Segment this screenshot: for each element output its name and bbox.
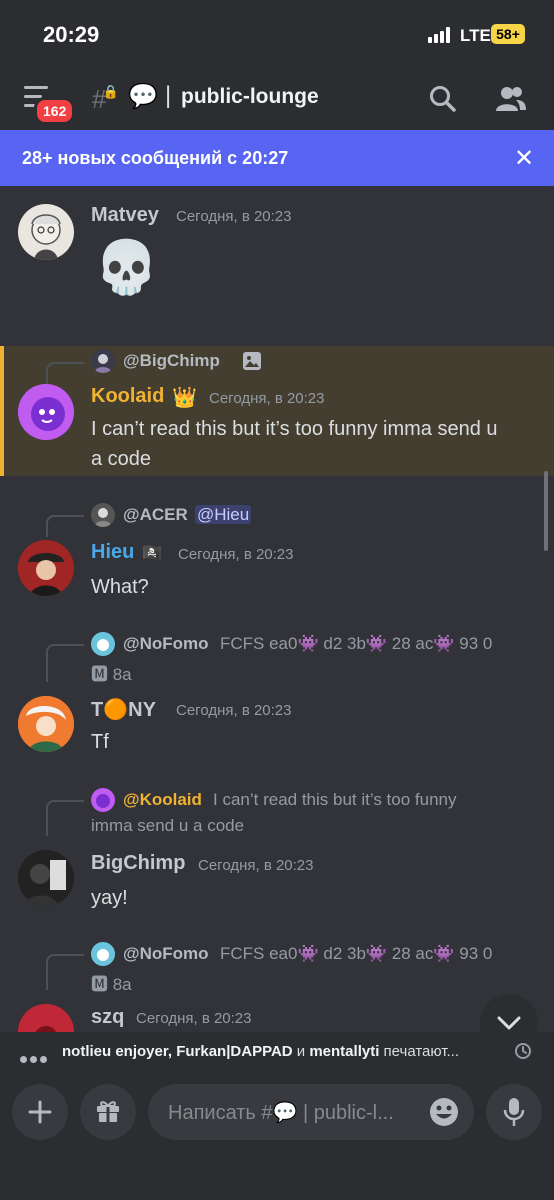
- message-text: What?: [91, 576, 149, 598]
- reply-connector: [46, 644, 84, 682]
- channel-header: 162 #🔒 💬 | public-lounge: [0, 66, 554, 130]
- reply-text[interactable]: I can’t read this but it’s too funny: [213, 790, 457, 810]
- message-text: Tf: [91, 731, 109, 753]
- add-attachment-button[interactable]: [12, 1084, 68, 1140]
- username[interactable]: Matvey: [91, 204, 159, 227]
- crown-badge: 👑: [172, 387, 197, 409]
- reply-text[interactable]: FCFS ea0👾 d2 3b👾 28 ac👾 93 0: [220, 634, 492, 654]
- typing-text: notlieu enjoyer, Furkan|DAPPAD и mentall…: [62, 1043, 459, 1060]
- status-bar: 20:29 LTE 58+: [0, 0, 554, 66]
- reply-connector: [46, 954, 84, 990]
- reply-avatar: [91, 349, 115, 373]
- network-type: LTE: [460, 26, 491, 45]
- timestamp: Сегодня, в 20:23: [136, 1010, 252, 1027]
- reply-connector: [46, 800, 84, 836]
- unread-badge: 162: [34, 97, 76, 125]
- avatar[interactable]: [18, 384, 74, 440]
- voice-message-button[interactable]: [486, 1084, 542, 1140]
- channel-divider: |: [165, 82, 172, 109]
- avatar[interactable]: [18, 696, 74, 752]
- timestamp: Сегодня, в 20:23: [209, 390, 325, 407]
- skull-emoji: 💀: [94, 239, 159, 297]
- username[interactable]: T🟠NY: [91, 697, 156, 722]
- signal-icon: [428, 27, 454, 43]
- battery-icon: 58+: [491, 24, 525, 44]
- reply-avatar: [91, 503, 115, 527]
- typing-dots-icon: [20, 1050, 50, 1068]
- reply-connector: [46, 515, 84, 537]
- reply-text[interactable]: FCFS ea0👾 d2 3b👾 28 ac👾 93 0: [220, 944, 492, 964]
- gift-button[interactable]: [80, 1084, 136, 1140]
- avatar[interactable]: [18, 1004, 74, 1032]
- mention-hieu[interactable]: @Hieu: [195, 505, 252, 524]
- reply-connector: [46, 362, 84, 384]
- reply-text[interactable]: 🅼 8a: [91, 970, 132, 995]
- channel-emoji: 💬: [128, 83, 158, 110]
- new-messages-banner[interactable]: 28+ новых сообщений с 20:27 ✕: [0, 130, 554, 186]
- reply-username[interactable]: @NoFomo: [123, 634, 209, 654]
- emoji-icon[interactable]: [428, 1096, 460, 1128]
- scrollbar[interactable]: [544, 471, 548, 551]
- username[interactable]: szq: [91, 1006, 124, 1029]
- typing-last: mentallyti: [309, 1043, 380, 1060]
- message-placeholder: Написать #💬 | public-l...: [168, 1102, 394, 1124]
- reply-avatar: [91, 632, 115, 656]
- avatar[interactable]: [18, 540, 74, 596]
- reply-text[interactable]: imma send u a code: [91, 816, 244, 836]
- avatar[interactable]: [18, 204, 74, 260]
- message-text: a code: [91, 448, 152, 470]
- avatar[interactable]: [18, 850, 74, 906]
- pirate-flag-badge: 🏴‍☠️: [142, 545, 162, 562]
- gift-icon: [97, 1101, 119, 1122]
- reply-avatar: [91, 788, 115, 812]
- username[interactable]: Hieu: [91, 541, 134, 564]
- search-icon[interactable]: [428, 84, 458, 114]
- username-emoji: 🟠: [103, 699, 129, 721]
- status-time: 20:29: [43, 22, 100, 47]
- timestamp: Сегодня, в 20:23: [176, 702, 292, 719]
- username[interactable]: Koolaid: [91, 385, 164, 408]
- chevron-down-icon: [497, 1016, 521, 1030]
- message-text: yay!: [91, 887, 128, 909]
- username-suffix: NY: [128, 699, 156, 721]
- typing-conj: и: [292, 1043, 310, 1060]
- username[interactable]: BigChimp: [91, 852, 185, 875]
- reply-mention[interactable]: @Hieu: [195, 505, 252, 525]
- timestamp: Сегодня, в 20:23: [176, 208, 292, 225]
- username-prefix: T: [91, 699, 104, 721]
- message-input[interactable]: Написать #💬 | public-l...: [148, 1084, 474, 1140]
- typing-names: notlieu enjoyer, Furkan|DAPPAD: [62, 1043, 293, 1060]
- channel-name[interactable]: public-lounge: [181, 85, 319, 109]
- reply-username[interactable]: @NoFomo: [123, 944, 209, 964]
- typing-indicator: notlieu enjoyer, Furkan|DAPPAD и mentall…: [0, 1032, 554, 1072]
- reply-avatar: [91, 942, 115, 966]
- hash-lock-icon: #🔒: [92, 84, 119, 114]
- reply-username[interactable]: @ACER: [123, 505, 188, 525]
- slowmode-clock-icon[interactable]: [514, 1042, 532, 1060]
- image-icon: [243, 352, 261, 370]
- typing-suffix: печатают...: [379, 1043, 460, 1060]
- reply-username[interactable]: @Koolaid: [123, 790, 202, 810]
- close-icon[interactable]: ✕: [514, 144, 534, 173]
- new-messages-text: 28+ новых сообщений с 20:27: [22, 148, 289, 168]
- microphone-icon: [503, 1098, 525, 1126]
- members-icon[interactable]: [496, 84, 526, 114]
- plus-icon: [28, 1100, 52, 1124]
- reply-text[interactable]: 🅼 8a: [91, 660, 132, 685]
- message-list[interactable]: Matvey Сегодня, в 20:23 💀 @BigChimp Kool…: [0, 186, 554, 1032]
- message-composer: Написать #💬 | public-l...: [0, 1072, 554, 1200]
- message-text: I can’t read this but it’s too funny imm…: [91, 418, 498, 440]
- timestamp: Сегодня, в 20:23: [198, 857, 314, 874]
- reply-username[interactable]: @BigChimp: [123, 351, 220, 371]
- timestamp: Сегодня, в 20:23: [178, 546, 294, 563]
